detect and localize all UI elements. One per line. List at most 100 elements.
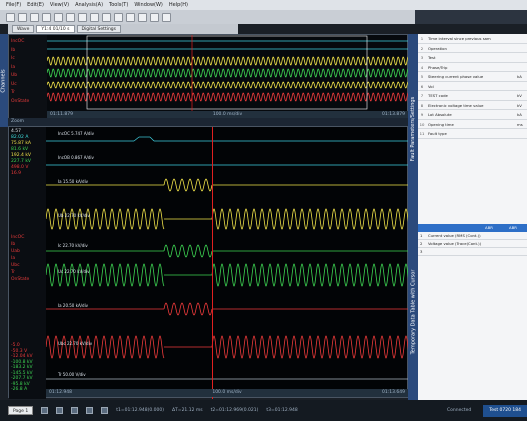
first-page-icon[interactable] [41,407,49,414]
fault-param-cell: 2 [420,45,424,51]
fault-param-row[interactable]: 11 Fault type [418,129,527,139]
temp-data-header: ABR ABR [418,224,527,232]
time-cursor[interactable] [212,127,213,399]
play-icon[interactable] [71,407,79,414]
temp-data-cell [483,232,507,239]
print-icon[interactable] [30,12,39,22]
menu-window[interactable]: Window(W) [134,2,163,8]
fault-param-row[interactable]: 6 Vol [418,82,527,91]
overview-channel-label: Tr [11,90,15,95]
menu-analysis[interactable]: Analysis(A) [75,2,103,8]
fault-param-row[interactable]: 7 TEST code kV [418,91,527,101]
detail-trace-label: Ia 15.50 kA/div [58,179,89,184]
menu-file[interactable]: File(F) [6,2,21,8]
page-selector[interactable]: Page 1 [8,406,34,415]
detail-channel-label: Ia [11,256,16,261]
measure-icon[interactable] [78,12,87,22]
fault-param-cell: Lot Absolute [428,112,452,117]
detail-value-top: 81.6 kV [11,147,29,152]
temp-data-cell: 2 [420,241,423,246]
next-page-icon[interactable] [86,407,94,414]
temp-data-row[interactable]: 1 Current value (RMS (Cont.)) [418,232,527,240]
temp-data-cell: Current value (RMS (Cont.)) [428,233,481,238]
zoom-in-icon[interactable] [42,12,51,22]
fault-param-cell: kA [517,74,522,79]
detail-value-top: 227.7 kV [11,159,31,164]
fault-param-row[interactable]: 10 Opening time ms [418,120,527,129]
detail-time-axis: 01:12.948 100.0 ms/div 01:13.649 [46,389,409,397]
menu-tools[interactable]: Tools(T) [109,2,128,8]
report-icon[interactable] [150,12,159,22]
fault-param-cell: 8 [420,102,424,108]
detail-channel-label: OnState [11,277,30,282]
fault-param-cell: 1 [420,36,424,41]
fault-params-tab[interactable]: Fault Parameters/Settings [408,34,418,224]
last-page-icon[interactable] [101,407,109,414]
overview-trace-2 [47,56,409,66]
detail-trace-label: Uc 22.70 kV/div [58,269,90,274]
detail-trace-incoc-drop [149,136,155,142]
fault-param-cell [493,129,517,138]
fault-param-cell [493,91,517,100]
zoom-header: Zoom [8,118,408,126]
temp-data-row[interactable]: 3 [418,248,527,256]
temp-data-cell [483,240,507,247]
document-tabs: Wave Y1:4 01/10 s Digital Settings [8,24,238,34]
fault-param-cell: ms [517,121,523,127]
connection-status: Connected [447,408,472,413]
analysis-icon[interactable] [138,12,147,22]
channel-panel-tab[interactable]: Channels [0,34,8,127]
fault-param-row[interactable]: 3 Test [418,53,527,63]
tab-digital-settings[interactable]: Digital Settings [76,25,122,33]
open-icon[interactable] [6,12,15,22]
detail-value-top: 192.4 kV [11,153,31,158]
temp-data-cell: Voltage value (Trace(Cont.)) [428,241,482,246]
detail-value-bottom: -26.8 A [11,387,28,392]
fault-param-cell: 3 [420,55,424,60]
detail-trace-label: IncOC 5.747 A/div [58,131,95,136]
prev-page-icon[interactable] [56,407,64,414]
detail-value-bottom: -145.5 kV [11,370,33,376]
fault-param-row[interactable]: 4 Phase/Trip [418,63,527,72]
fault-param-cell: Time interval since previous sam [428,36,491,41]
detail-trace-label: IncOB 0.867 A/div [58,155,95,160]
channel-icon[interactable] [102,12,111,22]
cursor-icon[interactable] [66,12,75,22]
detail-panel[interactable]: 4.57 82.02 A 75.87 kA 81.6 kV 192.4 kV 227.7 … [8,126,409,399]
detail-trace-label: Ubc 22.70 kV/div [58,341,93,346]
toolbar [0,10,415,24]
fit-icon[interactable] [162,12,171,22]
grid-icon[interactable] [90,12,99,22]
menu-edit[interactable]: Edit(E) [27,2,44,8]
detail-labels: 4.57 82.02 A 75.87 kA 81.6 kV 192.4 kV 227.7 … [9,127,46,399]
overview-waveforms [47,35,409,111]
zoom-out-icon[interactable] [54,12,63,22]
save-icon[interactable] [18,12,27,22]
detail-value-bottom: -12.04 kV [11,354,33,359]
temp-data-tab[interactable]: Temporary Data Table with Cursor [408,224,418,400]
test-button[interactable]: Test 0720 184 [483,404,527,417]
tab-wave[interactable]: Wave [12,25,35,33]
fault-param-cell: 7 [420,93,424,98]
fault-param-cell [493,34,517,43]
fault-param-cell [493,63,517,72]
menu-help[interactable]: Help(H) [169,2,188,8]
fault-param-row[interactable]: 9 Lot Absolute kA [418,110,527,120]
tab-file[interactable]: Y1:4 01/10 s [36,25,75,33]
fault-param-row[interactable]: 1 Time interval since previous sam [418,34,527,44]
temp-data-row[interactable]: 2 Voltage value (Trace(Cont.)) [418,240,527,248]
temp-data-cell [507,232,527,239]
overview-channel-labels: IncOC Ib Ic Ia Ub Uc Tr OnState [9,35,47,119]
fault-param-row[interactable]: 2 Operation [418,44,527,53]
fault-param-cell: kA [517,112,522,117]
detail-value-top: 4.57 [11,129,22,134]
fault-param-row[interactable]: 5 Steering current phase value kA [418,72,527,82]
temp-data-cell [483,248,507,255]
overview-panel[interactable]: IncOC Ib Ic Ia Ub Uc Tr OnState 01:11.879 100.0… [8,34,409,119]
menu-view[interactable]: View(V) [50,2,69,8]
fault-param-cell: Phase/Trip [428,64,448,70]
detail-channel-label: Ib [11,242,16,247]
settings-icon[interactable] [114,12,123,22]
export-icon[interactable] [126,12,135,22]
fault-param-row[interactable]: 8 Electronic voltage time value kV [418,101,527,110]
